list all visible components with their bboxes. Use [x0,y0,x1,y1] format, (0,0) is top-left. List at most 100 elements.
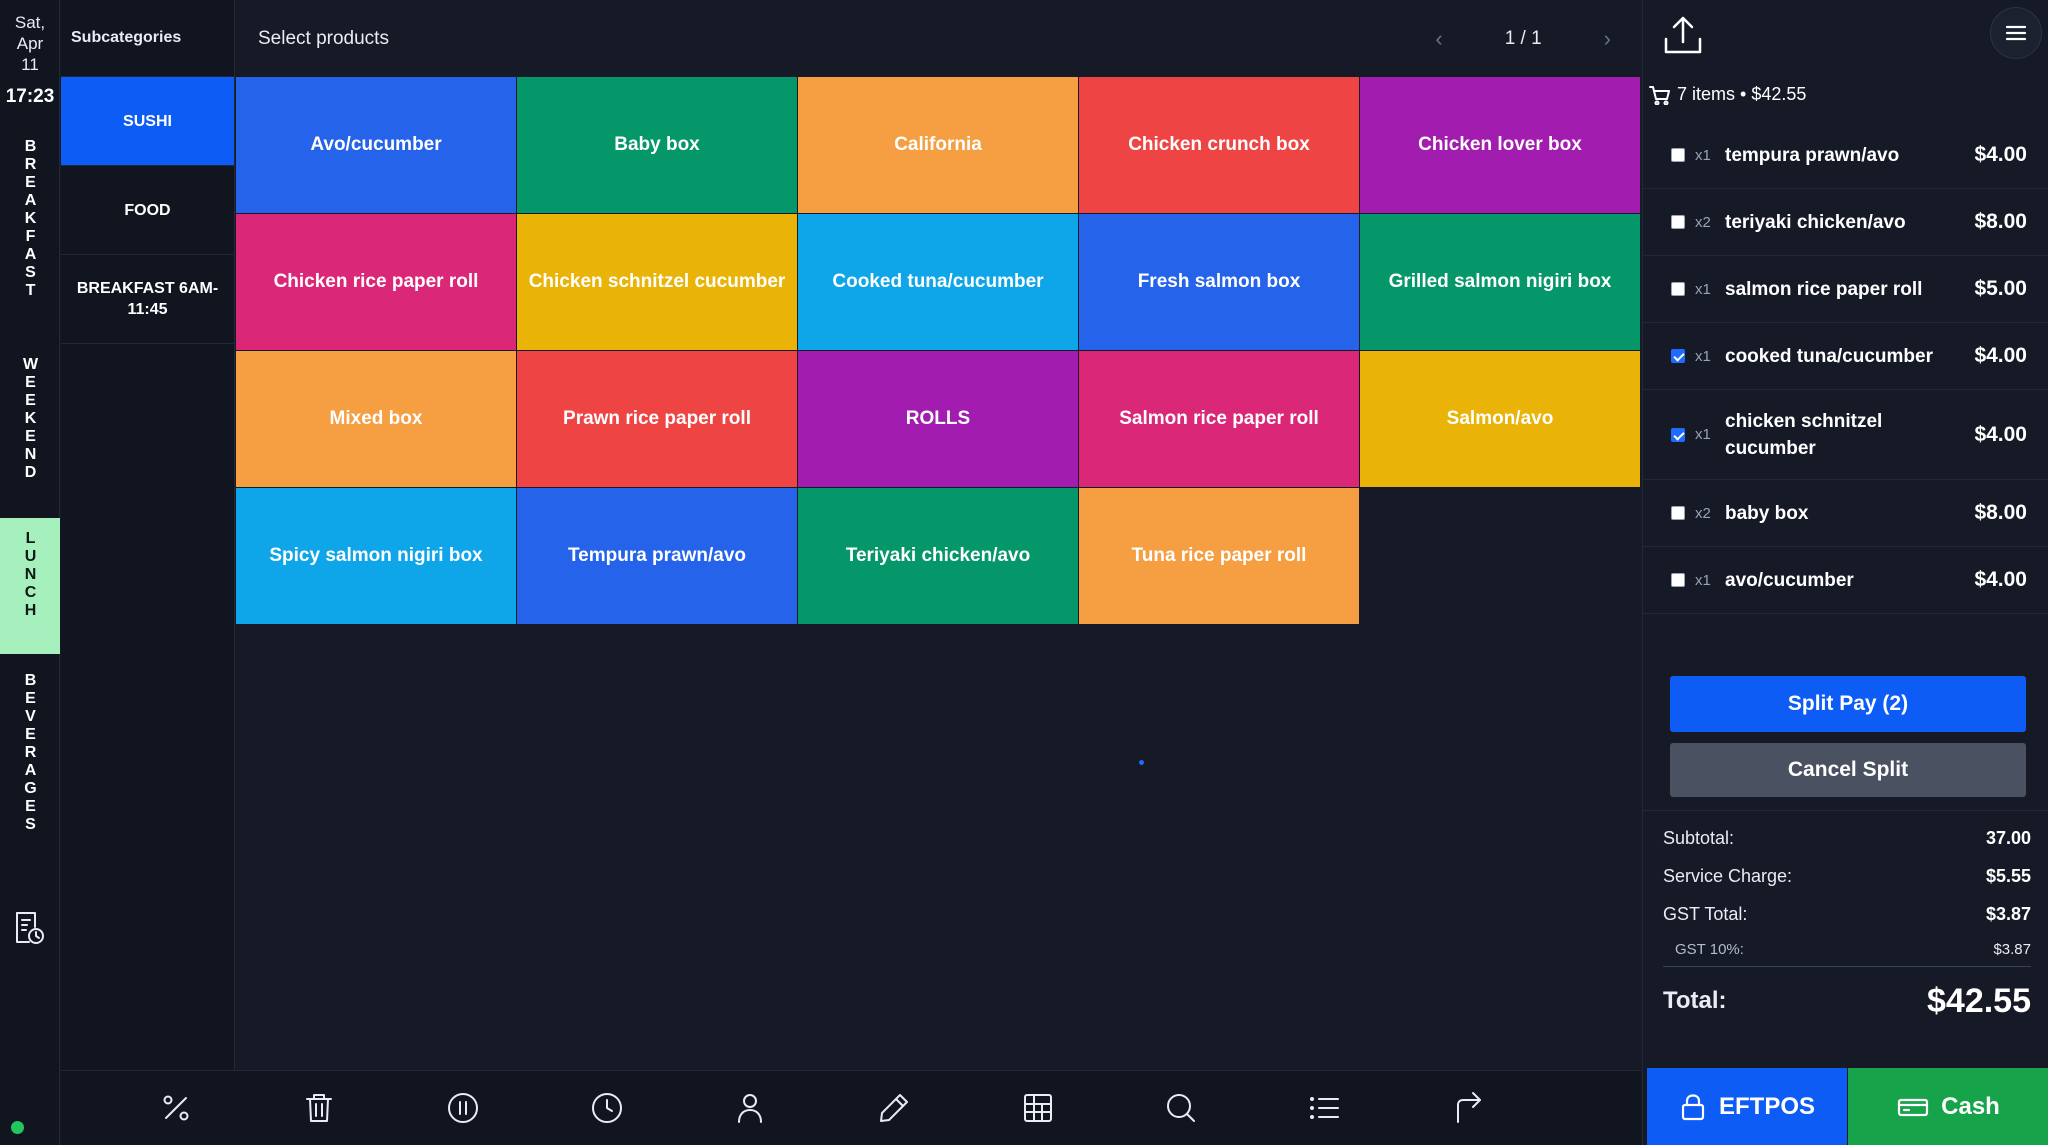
product-tile[interactable]: Prawn rice paper roll [517,351,797,487]
product-tile[interactable]: Teriyaki chicken/avo [798,488,1078,624]
product-tile[interactable]: ROLLS [798,351,1078,487]
loading-dot [1139,760,1144,765]
cart-summary: 7 items • $42.55 [1649,84,1806,105]
prev-page-icon[interactable]: ‹ [1435,26,1442,52]
gst-total-row: GST Total: $3.87 [1663,895,2031,933]
order-line[interactable]: x1 avo/cucumber $4.00 [1643,547,2048,614]
product-tile[interactable]: Chicken rice paper roll [236,214,516,350]
product-tile[interactable]: Baby box [517,77,797,213]
order-line[interactable]: x1 cooked tuna/cucumber $4.00 [1643,323,2048,390]
date-day: 11 [21,55,39,74]
cart-icon [1649,85,1670,105]
category-label: WEEKEND [22,356,39,482]
order-line-checkbox[interactable] [1671,282,1685,296]
percent-icon[interactable] [156,1088,196,1128]
category-rail: Sat, Apr 11 17:23 BREAKFAST WEEKEND LUNC… [0,0,60,1145]
search-icon[interactable] [1161,1088,1201,1128]
order-line-name: teriyaki chicken/avo [1725,211,1906,233]
order-line-name: baby box [1725,502,1809,524]
cash-icon [1898,1098,1929,1116]
product-tile[interactable]: Chicken crunch box [1079,77,1359,213]
subtotal-label: Subtotal: [1663,827,1735,848]
subcategory-breakfast[interactable]: BREAKFAST 6AM-11:45 [61,255,234,344]
list-icon[interactable] [1305,1088,1345,1128]
upload-icon[interactable] [1661,14,1705,58]
order-line[interactable]: x2 baby box $8.00 [1643,480,2048,547]
menu-icon[interactable] [1990,7,2042,59]
pencil-icon[interactable] [874,1088,914,1128]
order-line-checkbox[interactable] [1671,349,1685,363]
gst-10-value: $3.87 [1993,941,2031,958]
product-tile[interactable]: Tuna rice paper roll [1079,488,1359,624]
receipt-settings-icon[interactable] [13,910,47,946]
order-line-checkbox[interactable] [1671,506,1685,520]
order-line-price: $4.00 [1974,568,2027,591]
order-line-name: salmon rice paper roll [1725,278,1923,300]
next-page-icon[interactable]: › [1604,26,1611,52]
cancel-split-button[interactable]: Cancel Split [1670,743,2026,797]
user-icon[interactable] [730,1088,770,1128]
table-icon[interactable] [1018,1088,1058,1128]
order-line-price: $8.00 [1974,501,2027,524]
gst-total-label: GST Total: [1663,903,1748,924]
category-label: BREAKFAST [22,138,39,300]
cash-button[interactable]: Cash [1848,1068,2048,1145]
trash-icon[interactable] [299,1088,339,1128]
category-breakfast[interactable]: BREAKFAST [0,136,60,332]
product-tile[interactable]: Chicken lover box [1360,77,1640,213]
order-line-price: $4.00 [1974,344,2027,367]
product-tile[interactable]: Salmon rice paper roll [1079,351,1359,487]
page-indicator: 1 / 1 [1504,27,1542,49]
product-tile[interactable]: California [798,77,1078,213]
product-tile[interactable]: Avo/cucumber [236,77,516,213]
order-line-checkbox[interactable] [1671,215,1685,229]
pause-icon[interactable] [443,1088,483,1128]
subcategories-panel: Subcategories SUSHI FOOD BREAKFAST 6AM-1… [61,0,235,1070]
order-line-checkbox[interactable] [1671,427,1685,442]
products-heading: Select products [258,27,389,49]
product-tile[interactable]: Chicken schnitzel cucumber [517,214,797,350]
product-tile[interactable]: Spicy salmon nigiri box [236,488,516,624]
product-tile[interactable]: Mixed box [236,351,516,487]
order-line-checkbox[interactable] [1671,148,1685,162]
redirect-icon[interactable] [1448,1088,1488,1128]
order-line[interactable]: x1 tempura prawn/avo $4.00 [1643,122,2048,189]
order-line-checkbox[interactable] [1671,573,1685,587]
eftpos-button[interactable]: EFTPOS [1647,1068,1847,1145]
product-tile[interactable]: Cooked tuna/cucumber [798,214,1078,350]
order-line[interactable]: x2 teriyaki chicken/avo $8.00 [1643,189,2048,256]
order-line-name: tempura prawn/avo [1725,144,1900,166]
subcategory-food[interactable]: FOOD [61,166,234,255]
split-pay-button[interactable]: Split Pay (2) [1670,676,2026,732]
product-tile[interactable]: Tempura prawn/avo [517,488,797,624]
pager: ‹ 1 / 1 › [1435,0,1611,77]
clock-icon[interactable] [587,1088,627,1128]
total-value: $42.55 [1927,981,2031,1020]
category-weekend[interactable]: WEEKEND [0,356,60,504]
gst-total-value: $3.87 [1985,903,2031,924]
product-tile[interactable]: Salmon/avo [1360,351,1640,487]
products-header: Select products ‹ 1 / 1 › [236,0,1641,77]
product-tile[interactable]: Fresh salmon box [1079,214,1359,350]
product-tile[interactable]: Grilled salmon nigiri box [1360,214,1640,350]
service-charge-label: Service Charge: [1663,865,1793,886]
cash-label: Cash [1941,1092,2000,1120]
order-line-name: chicken schnitzel cucumber [1725,410,1883,459]
order-line-qty: x1 [1695,426,1711,443]
gst-10-label: GST 10%: [1675,941,1744,958]
subtotal-value: 37.00 [1985,827,2031,848]
subcategories-heading: Subcategories [61,0,234,77]
service-charge-row: Service Charge: $5.55 [1663,857,2031,895]
category-lunch[interactable]: LUNCH [0,518,60,654]
subcategory-sushi[interactable]: SUSHI [61,77,234,166]
date-weekday: Sat, [14,13,46,32]
category-label: BEVERAGES [22,672,39,834]
order-line[interactable]: x1 salmon rice paper roll $5.00 [1643,256,2048,323]
order-line-price: $4.00 [1974,422,2027,446]
order-line[interactable]: x1 chicken schnitzel cucumber $4.00 [1643,390,2048,480]
order-line-name: avo/cucumber [1725,569,1854,591]
eftpos-label: EFTPOS [1718,1092,1815,1120]
category-beverages[interactable]: BEVERAGES [0,668,60,858]
totals-section: Subtotal: 37.00 Service Charge: $5.55 GS… [1643,810,2048,1035]
connection-status-dot [11,1121,24,1134]
